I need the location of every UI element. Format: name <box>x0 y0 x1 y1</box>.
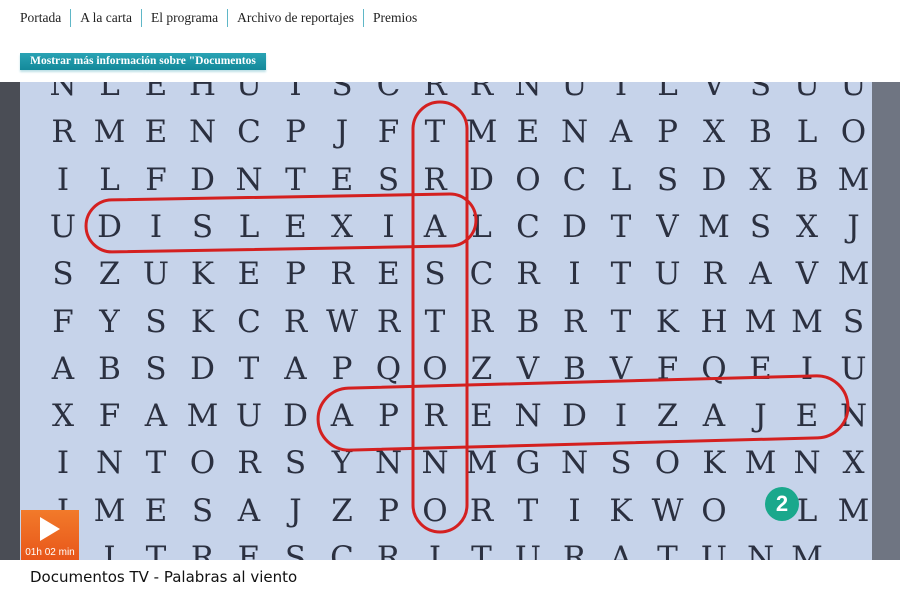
play-button[interactable]: 01h 02 min <box>21 510 79 560</box>
nav-portada[interactable]: Portada <box>20 9 70 27</box>
nav-premios[interactable]: Premios <box>363 9 426 27</box>
duration: 01h 02 min <box>25 547 75 558</box>
video-title[interactable]: Documentos TV - Palabras al viento <box>30 568 297 586</box>
circle-aprendizaje <box>316 374 850 452</box>
red-circles <box>84 100 850 534</box>
play-icon <box>40 517 60 541</box>
right-border <box>872 82 900 560</box>
video-thumbnail[interactable]: NLEHUISCRRNUILVSUURMENCPJFTMENAPXBLOILFD… <box>0 82 900 560</box>
more-info-button[interactable]: Mostrar más información sobre "Documento… <box>20 53 266 84</box>
nav-a-la-carta[interactable]: A la carta <box>70 9 141 27</box>
circle-dislexia <box>84 192 478 254</box>
top-nav: Portada A la carta El programa Archivo d… <box>20 9 426 27</box>
nav-archivo[interactable]: Archivo de reportajes <box>227 9 363 27</box>
channel-logo: 2 <box>765 487 799 521</box>
nav-el-programa[interactable]: El programa <box>140 9 227 27</box>
left-border <box>0 82 20 560</box>
circle-vertical <box>411 100 469 534</box>
